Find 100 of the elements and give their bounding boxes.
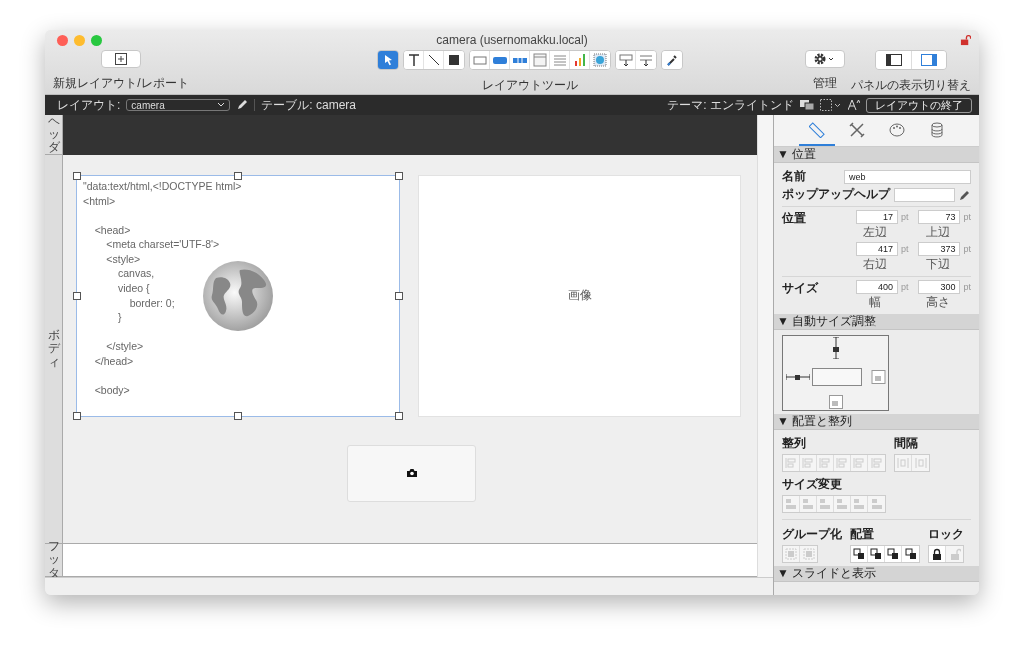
name-label: 名前 — [782, 168, 806, 185]
code-line: <style> — [105, 251, 141, 267]
insertpart-icon — [639, 53, 653, 67]
tools-icon — [848, 121, 865, 138]
insertfield-tool-button[interactable] — [616, 51, 636, 69]
popover-tool-button[interactable] — [530, 51, 550, 69]
align-label: 整列 — [782, 435, 807, 452]
window-title: camera (usernomakku.local) — [436, 33, 588, 47]
code-line: <meta charset='UTF-8'> — [105, 237, 220, 252]
resize-label: サイズ変更 — [782, 476, 843, 493]
section-header[interactable]: ▼ スライドと表示 — [774, 566, 979, 582]
eyedropper-tool-button[interactable] — [662, 51, 682, 69]
header-part-label[interactable]: ヘッダ — [47, 114, 60, 155]
lock-icon[interactable] — [830, 337, 841, 359]
text-icon — [406, 53, 421, 67]
lock-label: ロック — [928, 526, 964, 543]
code-line: } — [117, 310, 122, 325]
number-field[interactable]: 73 — [918, 210, 961, 224]
plus-icon — [115, 53, 127, 65]
number-field[interactable]: 417 — [855, 242, 898, 256]
globe-icon — [202, 259, 274, 332]
screens-icon[interactable] — [800, 99, 814, 111]
image-placeholder[interactable]: 画像 — [418, 174, 741, 417]
new-layout-button[interactable] — [101, 50, 141, 68]
panel-toggle-button[interactable] — [876, 51, 911, 69]
field-caption: 左辺 — [863, 224, 888, 241]
gear-icon — [814, 53, 836, 65]
number-field[interactable]: 300 — [918, 280, 961, 294]
name-field[interactable]: web — [844, 169, 971, 184]
webviewer-icon — [593, 53, 607, 67]
exit-layout-button[interactable]: レイアウトの終了 — [866, 97, 972, 113]
code-line: <head> — [93, 222, 131, 238]
arrange-button[interactable] — [851, 546, 868, 562]
unlock-icon[interactable] — [828, 395, 843, 409]
field-tool-button[interactable] — [470, 51, 490, 69]
webviewer-tool-button[interactable] — [590, 51, 610, 69]
popover-icon — [532, 53, 547, 67]
sidebar-icon — [885, 54, 902, 66]
chevron-icon — [217, 102, 226, 108]
section-header[interactable]: ▼ 位置 — [774, 147, 979, 163]
code-line: video { — [117, 281, 150, 296]
horizontal-scrollbar[interactable] — [45, 577, 773, 595]
resize-handle[interactable] — [73, 291, 81, 300]
line-icon — [426, 53, 441, 67]
number-field[interactable]: 17 — [855, 210, 898, 224]
object-rectangle — [812, 368, 862, 386]
code-line: border: 0; — [128, 295, 175, 311]
size-label: サイズ — [782, 280, 818, 297]
unit-label: pt — [963, 244, 971, 254]
database-icon — [928, 121, 945, 138]
layout-tools-label: レイアウトツール — [482, 77, 578, 94]
resize-handle[interactable] — [73, 411, 81, 420]
grid-icon[interactable] — [820, 99, 842, 111]
resize-handle[interactable] — [395, 291, 403, 300]
code-line: </head> — [93, 354, 134, 369]
body-part-label[interactable]: ボディ — [47, 329, 60, 369]
code-line: <body> — [93, 383, 130, 398]
font-size-icon[interactable] — [848, 99, 860, 111]
unit-label: pt — [900, 244, 909, 254]
field-caption: 幅 — [869, 294, 882, 311]
pointer-tool-button[interactable] — [378, 51, 398, 69]
lock-icon[interactable] — [786, 372, 810, 382]
button-tool-button[interactable] — [490, 51, 510, 69]
new-layout-label: 新規レイアウト/レポート — [53, 75, 189, 92]
resize-handle[interactable] — [73, 171, 81, 180]
panel-toggle-button[interactable] — [911, 51, 946, 69]
manage-button[interactable] — [805, 50, 845, 68]
text-tool-button[interactable] — [404, 51, 424, 69]
number-field[interactable]: 400 — [855, 280, 898, 294]
layout-label: レイアウト: — [57, 96, 121, 114]
camera-icon — [406, 469, 417, 478]
close-button[interactable] — [57, 34, 68, 46]
zoom-button[interactable] — [91, 34, 102, 46]
pencil-icon[interactable] — [236, 99, 249, 111]
resize-handle[interactable] — [234, 411, 242, 420]
vertical-scrollbar[interactable] — [757, 115, 773, 577]
pencil-icon[interactable] — [959, 188, 971, 201]
tooltip-field[interactable] — [894, 187, 955, 202]
section-header[interactable]: ▼ 自動サイズ調整 — [774, 314, 979, 330]
section-header[interactable]: ▼ 配置と整列 — [774, 414, 979, 430]
image-label: 画像 — [567, 287, 592, 305]
arrange-button[interactable] — [868, 546, 885, 562]
arrange-button[interactable] — [885, 546, 902, 562]
web-viewer[interactable]: "data:text/html,<!DOCTYPE html> <html> <head> <meta charset='UTF-8'> <style> canvas, video { border: 0; } </style> </head> <body> — [76, 174, 400, 417]
number-field[interactable]: 373 — [918, 242, 961, 256]
arrange-button[interactable] — [902, 546, 919, 562]
resize-handle[interactable] — [395, 171, 403, 180]
resize-handle[interactable] — [395, 411, 403, 420]
field-caption: 上辺 — [925, 224, 950, 241]
arrange-label: 配置 — [850, 526, 875, 543]
layout-select[interactable]: camera — [126, 99, 231, 111]
manage-label: 管理 — [813, 75, 837, 92]
theme-label: テーマ: エンライトンド — [667, 96, 794, 114]
buttonbar-tool-button[interactable] — [510, 51, 530, 69]
portal-icon — [552, 53, 567, 67]
resize-handle[interactable] — [234, 171, 242, 180]
unit-label: pt — [963, 212, 971, 222]
eyedropper-icon — [665, 53, 679, 67]
field-caption: 右辺 — [863, 256, 888, 273]
code-line: <html> — [83, 193, 116, 209]
